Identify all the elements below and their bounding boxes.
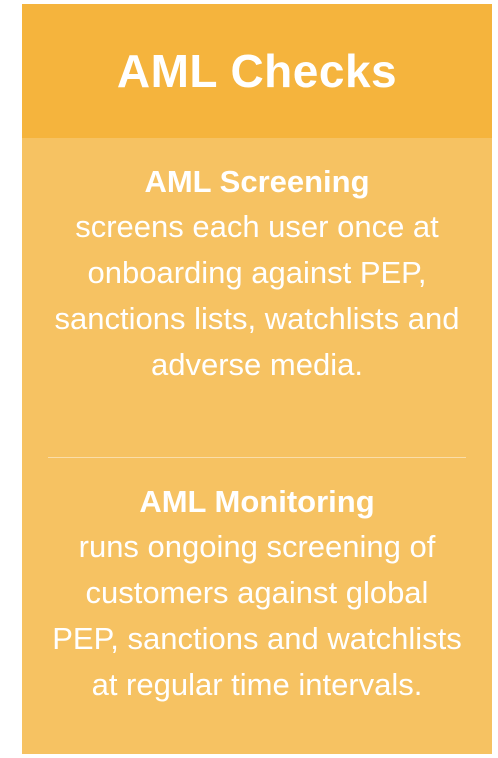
aml-screening-description: screens each user once at onboarding aga…	[54, 209, 460, 382]
card-title: AML Checks	[116, 45, 398, 97]
aml-screening-heading: AML Screening	[144, 164, 370, 199]
card-header: AML Checks	[22, 4, 492, 138]
aml-monitoring-heading: AML Monitoring	[139, 484, 375, 519]
aml-screening-section: AML Screening screens each user once at …	[22, 138, 492, 457]
aml-monitoring-section: AML Monitoring runs ongoing screening of…	[22, 458, 492, 708]
aml-monitoring-description: runs ongoing screening of customers agai…	[52, 529, 462, 702]
aml-checks-card: AML Checks AML Screening screens each us…	[22, 4, 492, 754]
